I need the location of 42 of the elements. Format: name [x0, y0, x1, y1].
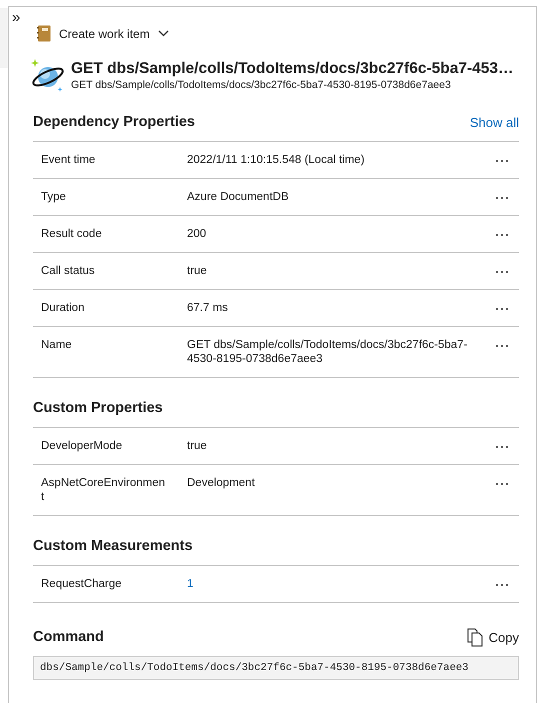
more-options-icon[interactable]	[495, 583, 509, 587]
more-options-icon[interactable]	[495, 482, 509, 486]
notebook-icon	[37, 25, 51, 42]
property-value: GET dbs/Sample/colls/TodoItems/docs/3bc27f6c-5ba7-4530-8195-0738d6e7aee3	[187, 338, 468, 366]
section-heading: Command	[33, 629, 104, 645]
more-options-icon[interactable]	[495, 196, 509, 200]
section-heading: Dependency Properties	[33, 114, 195, 130]
property-name: Event time	[41, 153, 96, 167]
more-options-icon[interactable]	[495, 445, 509, 449]
property-value: true	[187, 264, 208, 278]
more-options-icon[interactable]	[495, 270, 509, 274]
property-name: Call status	[41, 264, 96, 278]
command-text: dbs/Sample/colls/TodoItems/docs/3bc27f6c-5ba7-4530-8195-0738d6e7aee3	[33, 656, 519, 680]
section-heading: Custom Properties	[33, 400, 163, 416]
copy-button[interactable]: Copy	[466, 628, 519, 646]
planet-icon	[31, 58, 65, 92]
property-name: RequestCharge	[41, 577, 123, 591]
show-all-link[interactable]: Show all	[470, 114, 519, 130]
chevron-down-icon	[158, 30, 169, 37]
property-value: Development	[187, 476, 256, 490]
create-work-item-button[interactable]: Create work item	[33, 25, 169, 42]
expand-button[interactable]: »	[12, 9, 20, 26]
property-name: Duration	[41, 301, 86, 315]
copy-icon	[466, 628, 483, 646]
dependency-subtitle: GET dbs/Sample/colls/TodoItems/docs/3bc27f6c-5ba7-4530-8195-0738d6e7aee3	[71, 78, 452, 90]
more-options-icon[interactable]	[495, 233, 509, 237]
section-heading: Custom Measurements	[33, 538, 193, 554]
more-options-icon[interactable]	[495, 307, 509, 311]
property-name: DeveloperMode	[41, 439, 124, 453]
property-value-link[interactable]: 1	[187, 577, 495, 591]
property-name: Type	[41, 190, 67, 204]
more-options-icon[interactable]	[495, 344, 509, 348]
property-name: AspNetCoreEnvironment	[41, 476, 165, 504]
property-value: Azure DocumentDB	[187, 190, 290, 204]
more-options-icon[interactable]	[495, 159, 509, 163]
property-value: 67.7 ms	[187, 301, 229, 315]
property-value: true	[187, 439, 208, 453]
property-name: Result code	[41, 227, 103, 241]
property-value: 2022/1/11 1:10:15.548 (Local time)	[187, 153, 366, 167]
property-name: Name	[41, 338, 73, 352]
property-value: 200	[187, 227, 208, 241]
dependency-title: GET dbs/Sample/colls/TodoItems/docs/3bc27f6c-5ba7-453…	[71, 60, 514, 78]
